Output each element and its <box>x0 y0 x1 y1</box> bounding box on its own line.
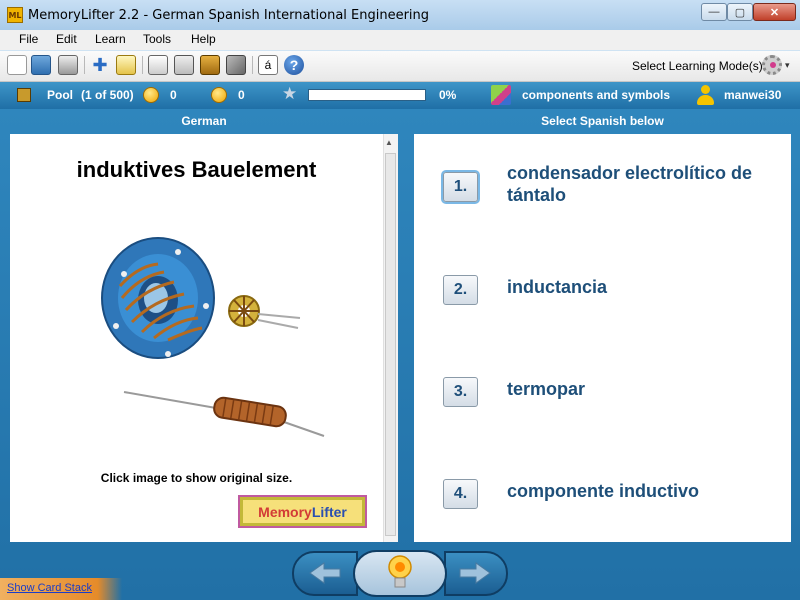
toolbar-separator <box>252 56 253 74</box>
answer-button-1[interactable]: 1. <box>443 172 478 202</box>
chevron-down-icon[interactable]: ▾ <box>785 60 790 71</box>
answer-text-3[interactable]: termopar <box>507 378 767 400</box>
answer-button-4[interactable]: 4. <box>443 479 478 509</box>
chapter-name[interactable]: components and symbols <box>522 88 670 102</box>
tools-icon[interactable] <box>226 55 246 75</box>
toolbar-separator <box>84 56 85 74</box>
progress-label: 0% <box>439 88 457 102</box>
add-icon[interactable]: ✚ <box>90 55 110 75</box>
menu-edit[interactable]: Edit <box>56 32 77 46</box>
card-box-icon[interactable] <box>200 55 220 75</box>
answer-text-4[interactable]: componente inductivo <box>507 480 767 502</box>
answer-button-2[interactable]: 2. <box>443 275 478 305</box>
show-card-stack-link[interactable]: Show Card Stack <box>7 582 92 594</box>
learning-mode-label[interactable]: Select Learning Mode(s) <box>632 59 763 73</box>
maximize-button[interactable]: ▢ <box>727 3 753 21</box>
edit-icon[interactable] <box>116 55 136 75</box>
user-name: manwei30 <box>724 88 782 102</box>
answer-column-header: Select Spanish below <box>541 114 664 128</box>
gear-center-dot <box>770 62 776 68</box>
menu-file[interactable]: File <box>19 32 38 46</box>
close-button[interactable]: ✕ <box>753 3 796 21</box>
wrong-count: 0 <box>238 88 245 102</box>
answer-text-2[interactable]: inductancia <box>507 276 767 298</box>
arrow-right-icon <box>459 562 491 584</box>
chapter-icon <box>491 85 511 105</box>
scroll-up-arrow-icon[interactable]: ▲ <box>385 138 393 147</box>
pool-box-icon <box>17 88 31 102</box>
answer-button-3[interactable]: 3. <box>443 377 478 407</box>
print-icon[interactable] <box>58 55 78 75</box>
new-icon[interactable] <box>7 55 27 75</box>
scrollbar-thumb[interactable] <box>385 153 396 536</box>
help-icon[interactable]: ? <box>284 55 304 75</box>
progress-bar <box>308 89 426 101</box>
presentation-icon[interactable] <box>148 55 168 75</box>
user-icon <box>701 85 710 94</box>
user-icon-body <box>697 95 714 105</box>
arrow-left-icon <box>309 562 341 584</box>
minimize-button[interactable]: — <box>701 3 727 21</box>
print-cards-icon[interactable] <box>174 55 194 75</box>
question-column-header: German <box>181 114 227 128</box>
lightbulb-icon <box>388 555 412 588</box>
pool-count: (1 of 500) <box>81 88 134 102</box>
app-logo-icon: ML <box>7 7 23 23</box>
pool-label: Pool <box>47 88 73 102</box>
card-image[interactable] <box>98 236 330 442</box>
correct-count: 0 <box>170 88 177 102</box>
happy-smiley-icon <box>143 87 159 103</box>
menu-learn[interactable]: Learn <box>95 32 126 46</box>
special-char-icon[interactable]: á <box>258 55 278 75</box>
image-hint: Click image to show original size. <box>100 471 293 485</box>
memorylifter-logo: Memory Lifter <box>240 497 365 526</box>
menu-tools[interactable]: Tools <box>143 32 171 46</box>
open-icon[interactable] <box>31 55 51 75</box>
sad-smiley-icon <box>211 87 227 103</box>
window-title: MemoryLifter 2.2 - German Spanish Intern… <box>28 8 430 23</box>
question-word: induktives Bauelement <box>76 157 317 182</box>
answer-text-1[interactable]: condensador electrolítico de tántalo <box>507 162 767 206</box>
toolbar-separator <box>142 56 143 74</box>
menu-help[interactable]: Help <box>191 32 216 46</box>
star-icon: ★ <box>282 84 298 103</box>
